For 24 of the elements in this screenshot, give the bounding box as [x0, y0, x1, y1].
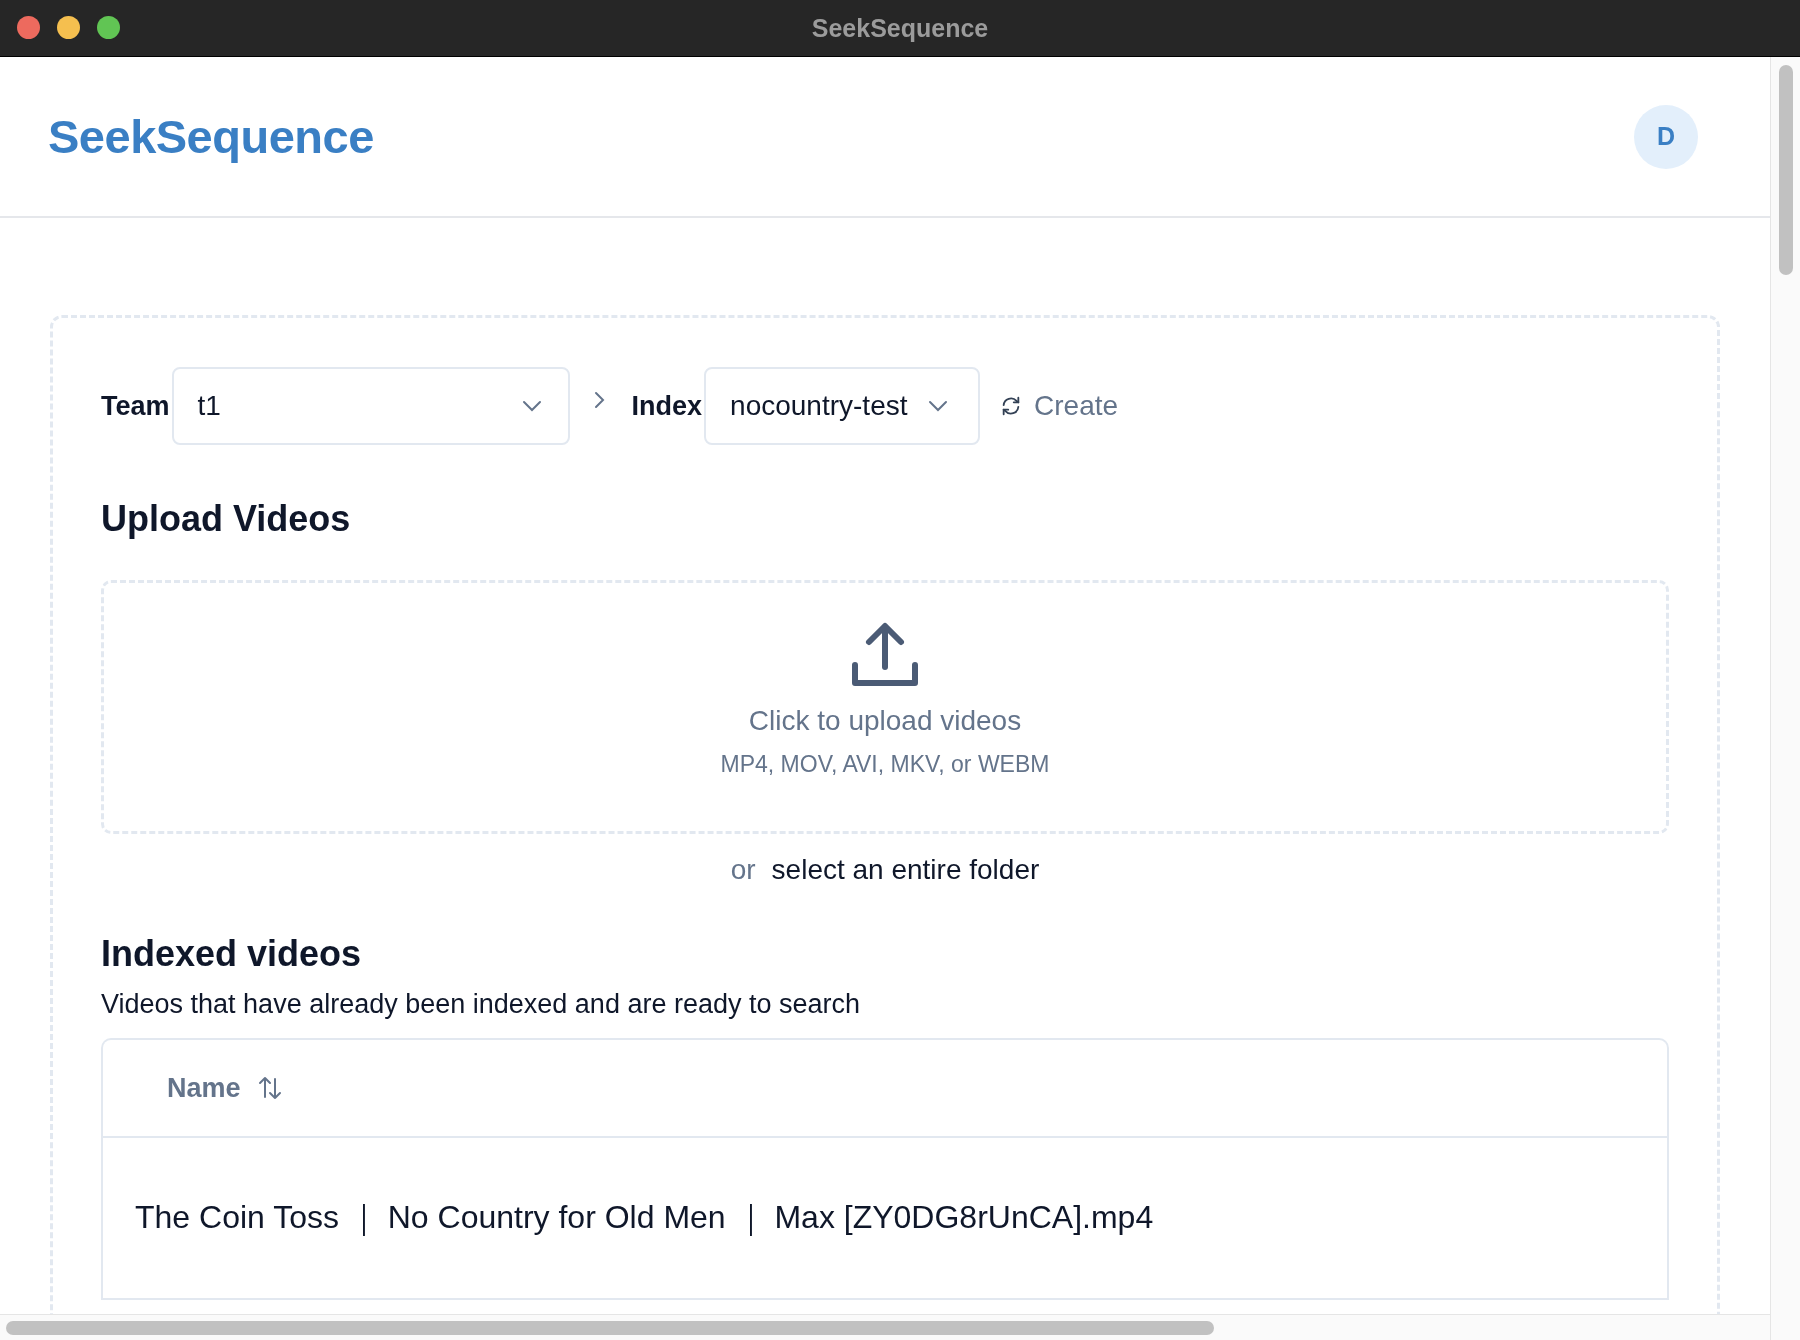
- chevron-down-icon: [521, 400, 542, 412]
- table-cell-text: The Coin Toss ｜ No Country for Old Men ｜ Max [ZY0DG8rUnCA].mp4: [135, 1198, 1154, 1238]
- create-button[interactable]: Create: [996, 386, 1123, 426]
- dropdown[interactable]: t1: [171, 367, 570, 445]
- selector-label: Index: [631, 390, 703, 422]
- or-text: or: [730, 854, 756, 886]
- column-header[interactable]: Name: [167, 1072, 283, 1104]
- user-avatar[interactable]: D: [1634, 104, 1698, 169]
- dropdown[interactable]: nocountry-test: [704, 367, 981, 445]
- app-logo[interactable]: SeekSequence: [48, 109, 374, 164]
- minimize-button[interactable]: [57, 16, 80, 39]
- chevron-right-icon: [593, 391, 606, 409]
- maximize-button[interactable]: [97, 16, 120, 39]
- selector-label: Team: [101, 390, 170, 422]
- close-button[interactable]: [17, 16, 40, 39]
- format-hint: MP4, MOV, AVI, MKV, or WEBM: [720, 751, 1050, 778]
- section-description: Videos that have already been indexed and are ready to search: [101, 989, 862, 1020]
- window-title: SeekSequence: [811, 13, 989, 43]
- upload-dropzone[interactable]: Click to upload videos MP4, MOV, AVI, MKV, or WEBM: [101, 580, 1669, 834]
- section-heading: Upload Videos: [101, 498, 352, 540]
- upload-prompt: Click to upload videos: [748, 705, 1022, 737]
- chevron-down-icon: [928, 400, 949, 412]
- section-heading: Indexed videos: [101, 933, 363, 975]
- folder-link[interactable]: select an entire folder: [771, 854, 1040, 886]
